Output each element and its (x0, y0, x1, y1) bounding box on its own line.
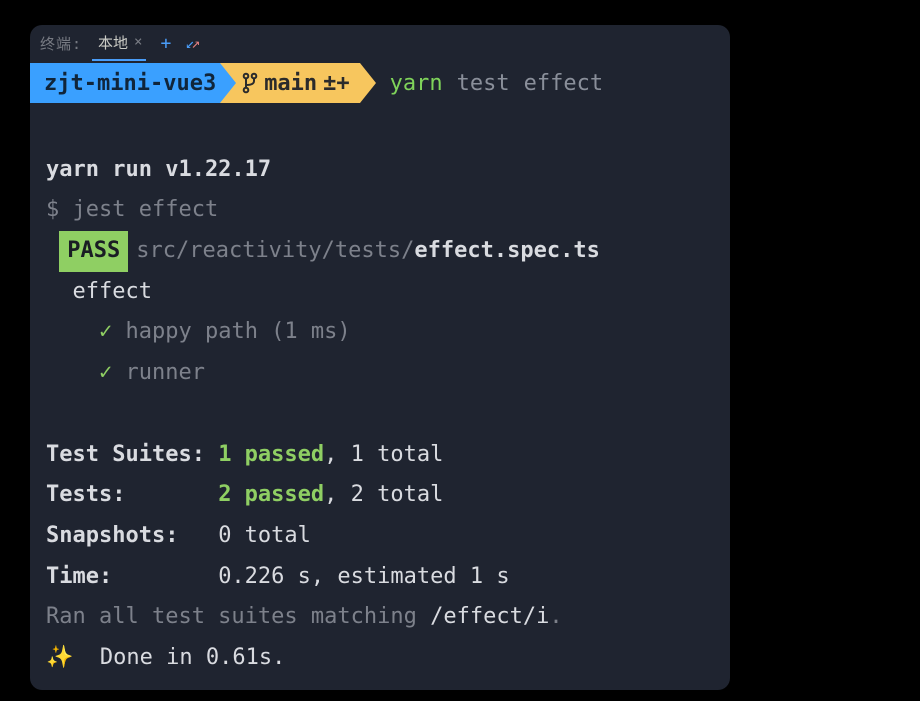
summary-time-value: 0.226 s, estimated 1 s (218, 564, 509, 589)
cmd-yarn: yarn (390, 71, 443, 96)
prompt-row: zjt-mini-vue3 main ±+ yarn (30, 63, 730, 103)
summary-suites-total: , 1 total (324, 442, 443, 467)
tab-close-icon[interactable]: × (134, 34, 142, 50)
ran-suffix: . (549, 604, 562, 629)
chevron-icon (360, 63, 376, 103)
dollar-sign: $ (46, 197, 73, 222)
prompt-project: zjt-mini-vue3 (44, 71, 216, 96)
ran-pattern: /effect/i (430, 604, 549, 629)
new-tab-icon[interactable]: + (160, 33, 171, 54)
titlebar-label: 终端: (40, 33, 82, 54)
git-branch-icon (242, 25, 260, 144)
summary-suites-passed: 1 passed (218, 442, 324, 467)
prompt-branch-segment: main ±+ (220, 63, 359, 103)
test-result-2: runner (125, 360, 204, 385)
test-result-1: happy path (1 ms) (125, 319, 350, 344)
titlebar: 终端: 本地 × + ↙↗ (30, 25, 730, 61)
summary-tests-label: Tests: (46, 482, 218, 507)
terminal-output[interactable]: yarn run v1.22.17 $ jest effect PASS src/… (30, 103, 730, 679)
spec-path-file: effect.spec.ts (414, 238, 599, 263)
tab-local[interactable]: 本地 × (92, 25, 146, 61)
cmd-effect: effect (524, 71, 603, 96)
summary-tests-passed: 2 passed (218, 482, 324, 507)
prompt-command[interactable]: yarn test effect (376, 63, 603, 103)
expand-icon[interactable]: ↙↗ (185, 34, 197, 52)
prompt-project-segment: zjt-mini-vue3 (30, 63, 220, 103)
jest-command: jest effect (73, 197, 219, 222)
ran-prefix: Ran all test suites matching (46, 604, 430, 629)
tab-label: 本地 (98, 32, 128, 53)
terminal-window: 终端: 本地 × + ↙↗ zjt-mini-vue3 (30, 25, 730, 690)
summary-tests-total: , 2 total (324, 482, 443, 507)
summary-time-label: Time: (46, 564, 218, 589)
summary-snapshots-value: 0 total (218, 523, 311, 548)
done-line: Done in 0.61s. (73, 645, 285, 670)
cmd-test: test (457, 71, 510, 96)
prompt-branch-status: ±+ (323, 71, 350, 96)
sparkle-icon: ✨ (46, 645, 73, 670)
prompt-branch: main (264, 71, 317, 96)
check-icon: ✓ (99, 360, 112, 385)
check-icon: ✓ (99, 319, 112, 344)
summary-suites-label: Test Suites: (46, 442, 218, 467)
summary-snapshots-label: Snapshots: (46, 523, 218, 548)
suite-name: effect (73, 279, 152, 304)
chevron-icon (220, 63, 236, 103)
spec-path-dir: src/reactivity/tests/ (136, 238, 414, 263)
pass-badge: PASS (59, 231, 128, 272)
yarn-run-line: yarn run v1.22.17 (46, 157, 271, 182)
